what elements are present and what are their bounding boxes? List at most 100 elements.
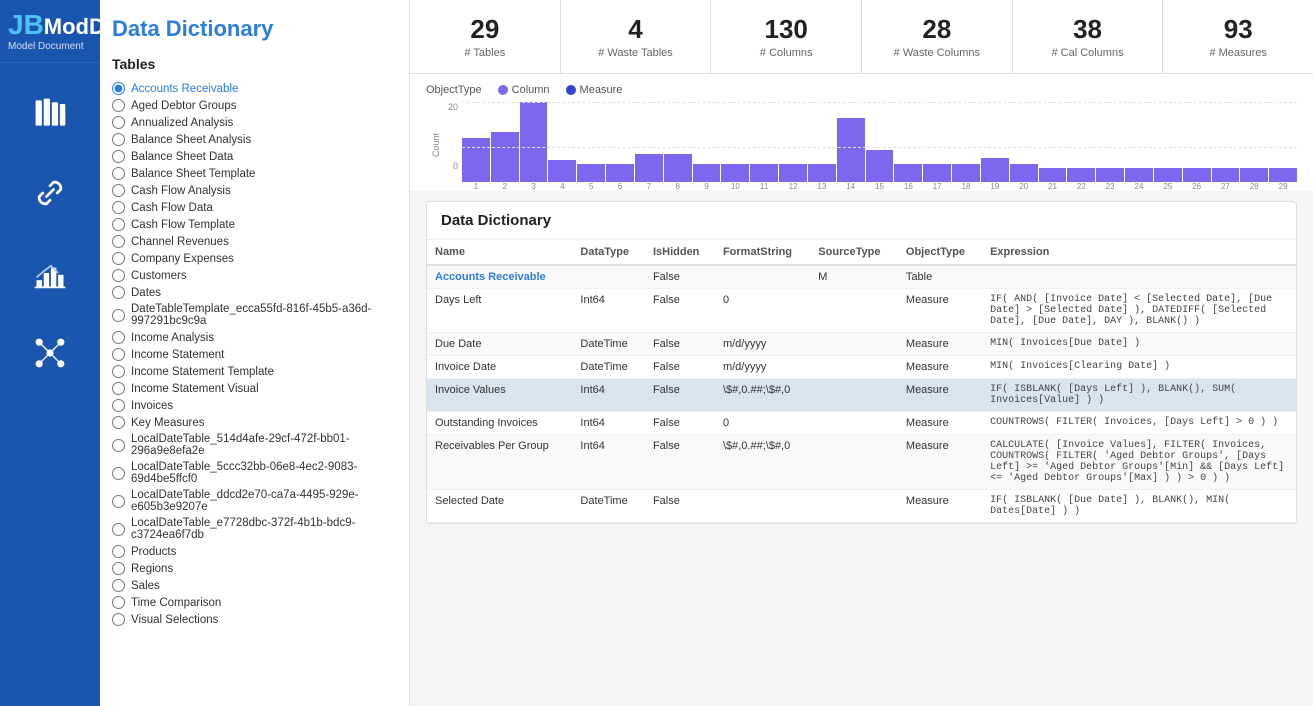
- table-list-item[interactable]: LocalDateTable_5ccc32bb-06e8-4ec2-9083-6…: [112, 459, 397, 487]
- table-radio[interactable]: [112, 167, 125, 180]
- dd-cell: False: [645, 289, 715, 333]
- table-radio[interactable]: [112, 150, 125, 163]
- table-list-item[interactable]: Sales: [112, 577, 397, 594]
- table-radio[interactable]: [112, 309, 125, 322]
- table-radio[interactable]: [112, 365, 125, 378]
- table-name: Key Measures: [131, 417, 205, 429]
- dd-cell: [810, 379, 898, 412]
- table-radio[interactable]: [112, 269, 125, 282]
- table-list-item[interactable]: Products: [112, 543, 397, 560]
- chart-bar: [577, 102, 605, 182]
- table-radio[interactable]: [112, 382, 125, 395]
- table-list-item[interactable]: Channel Revenues: [112, 233, 397, 250]
- table-radio[interactable]: [112, 579, 125, 592]
- table-list-item[interactable]: Invoices: [112, 397, 397, 414]
- table-list-item[interactable]: Cash Flow Analysis: [112, 182, 397, 199]
- chart-bar: [1096, 102, 1124, 182]
- table-list-item[interactable]: Aged Debtor Groups: [112, 97, 397, 114]
- table-radio[interactable]: [112, 331, 125, 344]
- books-icon[interactable]: [20, 83, 80, 143]
- table-radio[interactable]: [112, 523, 125, 536]
- table-list-item[interactable]: Customers: [112, 267, 397, 284]
- dd-cell: MIN( Invoices[Due Date] ): [982, 333, 1296, 356]
- table-name: Visual Selections: [131, 614, 218, 626]
- table-list-item[interactable]: Regions: [112, 560, 397, 577]
- dd-cell: Outstanding Invoices: [427, 412, 572, 435]
- dd-panel-title: Data Dictionary: [427, 202, 1296, 240]
- table-list-item[interactable]: LocalDateTable_e7728dbc-372f-4b1b-bdc9-c…: [112, 515, 397, 543]
- table-list-item[interactable]: Income Statement Visual: [112, 380, 397, 397]
- dd-cell: Int64: [572, 412, 645, 435]
- chart-bar: [1240, 102, 1268, 182]
- table-list-item[interactable]: Annualized Analysis: [112, 114, 397, 131]
- table-list-item[interactable]: Dates: [112, 284, 397, 301]
- dd-col-header: DataType: [572, 240, 645, 265]
- stat-card: 28# Waste Columns: [862, 0, 1013, 73]
- bar-fill: [693, 164, 721, 182]
- table-list-item[interactable]: DateTableTemplate_ecca55fd-816f-45b5-a36…: [112, 301, 397, 329]
- table-list-item[interactable]: Balance Sheet Data: [112, 148, 397, 165]
- table-radio[interactable]: [112, 399, 125, 412]
- chart-bar: [779, 102, 807, 182]
- table-radio[interactable]: [112, 495, 125, 508]
- table-radio[interactable]: [112, 596, 125, 609]
- table-name: Accounts Receivable: [131, 83, 238, 95]
- table-list-item[interactable]: Company Expenses: [112, 250, 397, 267]
- chart-bar: [1183, 102, 1211, 182]
- table-radio[interactable]: [112, 613, 125, 626]
- link-icon[interactable]: [20, 163, 80, 223]
- table-list-item[interactable]: Income Statement: [112, 346, 397, 363]
- table-list-item[interactable]: Income Analysis: [112, 329, 397, 346]
- dd-cell: DateTime: [572, 333, 645, 356]
- table-list-item[interactable]: LocalDateTable_ddcd2e70-ca7a-4495-929e-e…: [112, 487, 397, 515]
- table-radio[interactable]: [112, 82, 125, 95]
- table-list-item[interactable]: Balance Sheet Analysis: [112, 131, 397, 148]
- table-list-item[interactable]: LocalDateTable_514d4afe-29cf-472f-bb01-2…: [112, 431, 397, 459]
- table-list-item[interactable]: Cash Flow Template: [112, 216, 397, 233]
- table-list-item[interactable]: Cash Flow Data: [112, 199, 397, 216]
- chart-icon[interactable]: [20, 243, 80, 303]
- table-radio[interactable]: [112, 201, 125, 214]
- table-list-item[interactable]: Income Statement Template: [112, 363, 397, 380]
- table-radio[interactable]: [112, 545, 125, 558]
- dd-cell: [715, 265, 810, 289]
- table-list-item[interactable]: Key Measures: [112, 414, 397, 431]
- app-logo: JBModDoc Model Document: [0, 0, 100, 63]
- bar-fill: [894, 164, 922, 182]
- logo-subtitle: Model Document: [8, 41, 92, 52]
- dd-cell: [810, 412, 898, 435]
- chart-bar: [1212, 102, 1240, 182]
- table-radio[interactable]: [112, 348, 125, 361]
- chart-bar: [952, 102, 980, 182]
- table-radio[interactable]: [112, 99, 125, 112]
- table-list-item[interactable]: Time Comparison: [112, 594, 397, 611]
- stat-label: # Waste Tables: [569, 47, 703, 59]
- table-radio[interactable]: [112, 286, 125, 299]
- stat-card: 29# Tables: [410, 0, 561, 73]
- table-name: LocalDateTable_5ccc32bb-06e8-4ec2-9083-6…: [131, 461, 397, 485]
- table-list-item[interactable]: Visual Selections: [112, 611, 397, 628]
- bar-fill: [1039, 168, 1067, 182]
- table-radio[interactable]: [112, 116, 125, 129]
- chart-area: ObjectType Column Measure 20 0 Count 123…: [410, 74, 1313, 191]
- bar-x-label: 23: [1096, 182, 1124, 191]
- table-radio[interactable]: [112, 562, 125, 575]
- table-radio[interactable]: [112, 235, 125, 248]
- table-list-item[interactable]: Accounts Receivable: [112, 80, 397, 97]
- table-radio[interactable]: [112, 467, 125, 480]
- table-list-item[interactable]: Balance Sheet Template: [112, 165, 397, 182]
- table-radio[interactable]: [112, 439, 125, 452]
- table-radio[interactable]: [112, 133, 125, 146]
- dd-cell: DateTime: [572, 356, 645, 379]
- table-radio[interactable]: [112, 218, 125, 231]
- chart-bar: [520, 102, 548, 182]
- table-name: Cash Flow Analysis: [131, 185, 231, 197]
- bar-fill: [520, 102, 548, 182]
- bar-fill: [923, 164, 951, 182]
- table-radio[interactable]: [112, 252, 125, 265]
- table-radio[interactable]: [112, 416, 125, 429]
- table-radio[interactable]: [112, 184, 125, 197]
- dd-cell: M: [810, 265, 898, 289]
- network-icon[interactable]: [20, 323, 80, 383]
- nav-bar: JBModDoc Model Document: [0, 0, 100, 706]
